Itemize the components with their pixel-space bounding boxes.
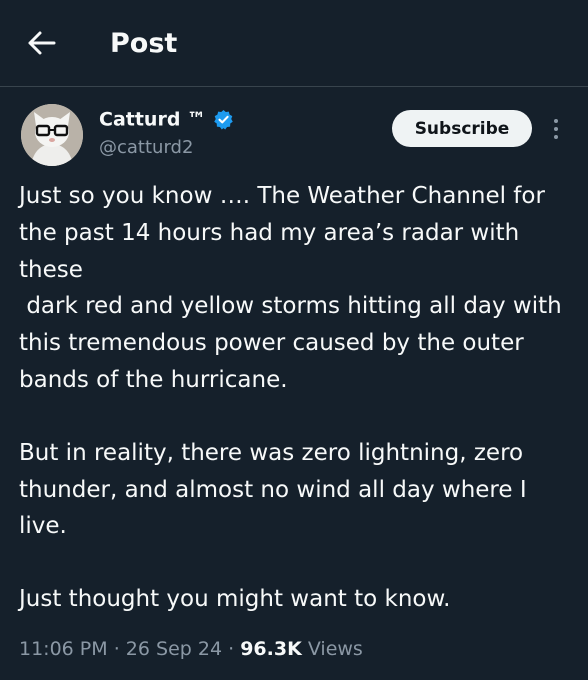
top-bar: Post — [0, 0, 588, 86]
post-paragraph: Just so you know …. The Weather Channel … — [19, 183, 562, 393]
meta-separator: · — [113, 638, 120, 660]
author-name-text: Catturd ™ — [99, 108, 207, 131]
avatar[interactable] — [21, 104, 83, 166]
post-date[interactable]: 26 Sep 24 — [126, 638, 222, 660]
post-body: Just so you know …. The Weather Channel … — [19, 178, 579, 618]
page-title: Post — [110, 28, 178, 59]
post-time[interactable]: 11:06 PM — [19, 638, 108, 660]
author-handle[interactable]: @catturd2 — [99, 135, 193, 161]
author-name[interactable]: Catturd ™ — [99, 106, 234, 133]
views-count[interactable]: 96.3K — [240, 638, 302, 660]
subscribe-button[interactable]: Subscribe — [392, 110, 532, 147]
more-options-icon[interactable] — [548, 116, 564, 144]
meta-separator: · — [228, 638, 235, 660]
post-paragraph: But in reality, there was zero lightning… — [19, 439, 534, 540]
views-label: Views — [307, 638, 363, 660]
post-meta: 11:06 PM · 26 Sep 24 · 96.3K Views — [19, 634, 363, 664]
header-divider — [0, 86, 588, 87]
verified-badge-icon — [213, 109, 233, 130]
post-paragraph: Just thought you might want to know. — [19, 586, 451, 613]
back-arrow-icon[interactable] — [26, 29, 58, 57]
